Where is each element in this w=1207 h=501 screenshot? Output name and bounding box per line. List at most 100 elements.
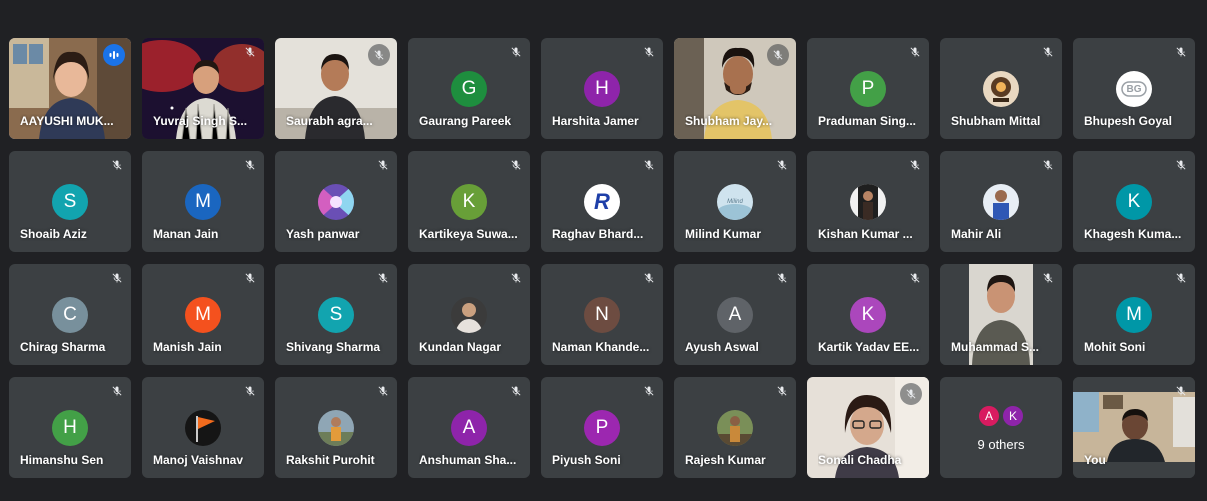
participant-tile-shubham-mittal[interactable]: Shubham Mittal <box>940 38 1062 139</box>
others-avatars: AK <box>940 405 1062 427</box>
participant-tile-kishan-kumar[interactable]: Kishan Kumar ... <box>807 151 929 252</box>
mic-off-icon <box>907 270 923 286</box>
mic-off-icon <box>375 383 391 399</box>
avatar <box>185 410 221 446</box>
participant-tile-sonali-chadha[interactable]: Sonali Chadha <box>807 377 929 478</box>
avatar <box>983 184 1019 220</box>
participant-name: Chirag Sharma <box>20 340 106 354</box>
participant-tile-raghav-bhard[interactable]: R Raghav Bhard... <box>541 151 663 252</box>
participant-name: Anshuman Sha... <box>419 453 517 467</box>
participant-tile-piyush-soni[interactable]: P Piyush Soni <box>541 377 663 478</box>
participant-name: Praduman Sing... <box>818 114 917 128</box>
participant-tile-gaurang-pareek[interactable]: G Gaurang Pareek <box>408 38 530 139</box>
avatar: P <box>584 410 620 446</box>
mic-off-icon <box>907 44 923 60</box>
participant-tile-kartikeya-suwa[interactable]: K Kartikeya Suwa... <box>408 151 530 252</box>
participant-tile-rajesh-kumar[interactable]: Rajesh Kumar <box>674 377 796 478</box>
participant-tile-mahir-ali[interactable]: Mahir Ali <box>940 151 1062 252</box>
mic-off-icon <box>641 383 657 399</box>
mic-off-icon <box>1173 270 1189 286</box>
participant-tile-manoj-vaishnav[interactable]: Manoj Vaishnav <box>142 377 264 478</box>
avatar: K <box>1002 405 1024 427</box>
participant-tile-manan-jain[interactable]: M Manan Jain <box>142 151 264 252</box>
speaking-indicator-icon <box>103 44 125 66</box>
participant-tile-ayush-aswal[interactable]: A Ayush Aswal <box>674 264 796 365</box>
avatar <box>983 71 1019 107</box>
participant-tile-saurabh-agra[interactable]: Saurabh agra... <box>275 38 397 139</box>
participant-tile-shivang-sharma[interactable]: S Shivang Sharma <box>275 264 397 365</box>
participant-name: Rakshit Purohit <box>286 453 375 467</box>
participant-name: AAYUSHI MUK... <box>20 114 114 128</box>
participant-name: Yash panwar <box>286 227 360 241</box>
avatar: N <box>584 297 620 333</box>
participant-tile-muhammad-s[interactable]: Muhammad S... <box>940 264 1062 365</box>
participant-tile-shubham-jay[interactable]: Shubham Jay... <box>674 38 796 139</box>
mic-off-icon <box>508 270 524 286</box>
participant-tile-anshuman-sha[interactable]: A Anshuman Sha... <box>408 377 530 478</box>
participant-tile-milind-kumar[interactable]: Milind Milind Kumar <box>674 151 796 252</box>
mic-off-icon <box>641 270 657 286</box>
participant-name: Saurabh agra... <box>286 114 373 128</box>
participant-tile-kundan-nagar[interactable]: Kundan Nagar <box>408 264 530 365</box>
participant-tile-shoaib-aziz[interactable]: S Shoaib Aziz <box>9 151 131 252</box>
participant-name: Shubham Mittal <box>951 114 1041 128</box>
participant-tile-himanshu-sen[interactable]: H Himanshu Sen <box>9 377 131 478</box>
mic-off-icon <box>774 270 790 286</box>
participant-tile-khagesh-kuma[interactable]: K Khagesh Kuma... <box>1073 151 1195 252</box>
mic-off-icon <box>109 383 125 399</box>
participant-tile-aayushi-muk[interactable]: AAYUSHI MUK... <box>9 38 131 139</box>
avatar: S <box>318 297 354 333</box>
participant-name: Gaurang Pareek <box>419 114 512 128</box>
mic-off-icon <box>774 157 790 173</box>
participant-name: Himanshu Sen <box>20 453 104 467</box>
participant-tile-yash-panwar[interactable]: Yash panwar <box>275 151 397 252</box>
mic-off-icon <box>1173 44 1189 60</box>
participant-tile-harshita-jamer[interactable]: H Harshita Jamer <box>541 38 663 139</box>
participant-name: Rajesh Kumar <box>685 453 766 467</box>
participant-name: Naman Khande... <box>552 340 650 354</box>
participant-tile-praduman-sing[interactable]: P Praduman Sing... <box>807 38 929 139</box>
participant-name: Manoj Vaishnav <box>153 453 244 467</box>
participant-name: Sonali Chadha <box>818 453 902 467</box>
participant-name: Khagesh Kuma... <box>1084 227 1182 241</box>
avatar: K <box>451 184 487 220</box>
participant-tile-bhupesh-goyal[interactable]: BG Bhupesh Goyal <box>1073 38 1195 139</box>
mic-off-icon <box>242 270 258 286</box>
others-count-label: 9 others <box>977 437 1025 452</box>
participant-name: Harshita Jamer <box>552 114 639 128</box>
avatar <box>318 184 354 220</box>
participant-tile-chirag-sharma[interactable]: C Chirag Sharma <box>9 264 131 365</box>
participant-tile-mohit-soni[interactable]: M Mohit Soni <box>1073 264 1195 365</box>
mic-off-icon <box>375 157 391 173</box>
mic-off-icon <box>1173 383 1189 399</box>
avatar: BG <box>1116 71 1152 107</box>
avatar: H <box>52 410 88 446</box>
mic-off-icon <box>242 44 258 60</box>
avatar: A <box>978 405 1000 427</box>
participant-name: Piyush Soni <box>552 453 621 467</box>
participant-name: Manish Jain <box>153 340 222 354</box>
participant-tile-yuvraj-singh-s[interactable]: Yuvraj Singh S... <box>142 38 264 139</box>
participant-tile-rakshit-purohit[interactable]: Rakshit Purohit <box>275 377 397 478</box>
mic-off-icon <box>1040 44 1056 60</box>
participant-tile-naman-khande[interactable]: N Naman Khande... <box>541 264 663 365</box>
mic-off-icon <box>1040 157 1056 173</box>
avatar: C <box>52 297 88 333</box>
mic-off-icon <box>508 383 524 399</box>
avatar: H <box>584 71 620 107</box>
mic-off-icon <box>242 157 258 173</box>
avatar: Milind <box>717 184 753 220</box>
mic-off-icon <box>109 157 125 173</box>
participant-name: Ayush Aswal <box>685 340 759 354</box>
avatar <box>850 184 886 220</box>
participant-tile-self[interactable]: You <box>1073 377 1195 478</box>
participant-tile-manish-jain[interactable]: M Manish Jain <box>142 264 264 365</box>
avatar: A <box>717 297 753 333</box>
participant-name: Mohit Soni <box>1084 340 1146 354</box>
participant-name: Muhammad S... <box>951 340 1040 354</box>
participant-name: Kartik Yadav EE... <box>818 340 920 354</box>
participant-tile-kartik-yadav-ee[interactable]: K Kartik Yadav EE... <box>807 264 929 365</box>
others-tile[interactable]: AK 9 others <box>940 377 1062 478</box>
avatar: K <box>1116 184 1152 220</box>
participant-name: Shoaib Aziz <box>20 227 87 241</box>
